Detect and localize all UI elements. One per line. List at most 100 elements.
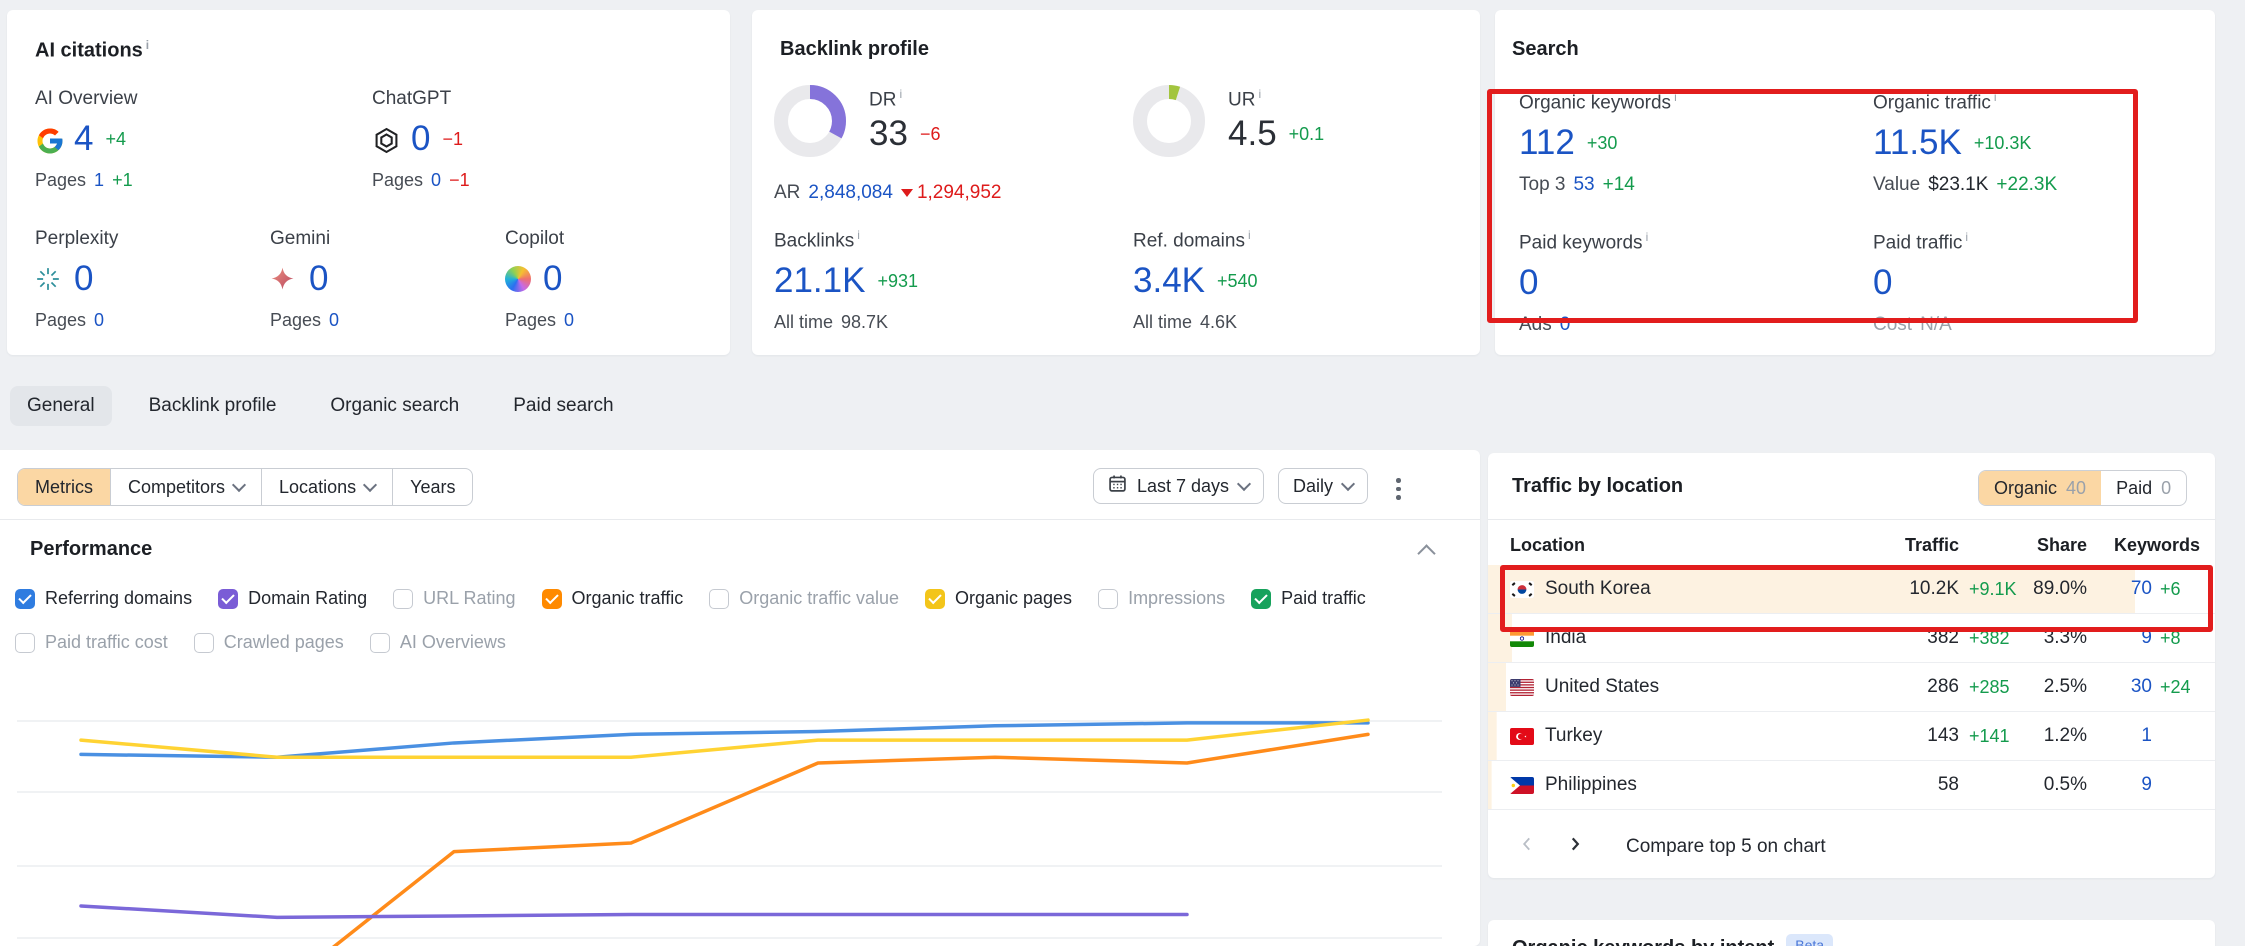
checkbox-domain-rating[interactable]: Domain Rating: [218, 588, 367, 609]
checkbox-box: [393, 589, 413, 609]
location-name[interactable]: India: [1545, 627, 1586, 649]
alltime-label: All time: [774, 312, 833, 333]
traffic-delta: +382: [1959, 628, 2029, 649]
keywords-value[interactable]: 1: [2087, 725, 2152, 747]
collapse-section-icon[interactable]: [1417, 544, 1435, 562]
checkbox-paid-traffic-cost[interactable]: Paid traffic cost: [15, 632, 168, 653]
calendar-icon: [1108, 474, 1127, 498]
paid-toggle-button[interactable]: Paid0: [2101, 471, 2186, 505]
pages-value[interactable]: 0: [94, 310, 104, 331]
keywords-value[interactable]: 30: [2087, 676, 2152, 698]
panel-divider: [1488, 519, 2215, 520]
flag-south-korea-icon: [1510, 581, 1534, 598]
location-name[interactable]: Philippines: [1545, 774, 1637, 796]
prev-page-button[interactable]: [1518, 835, 1536, 858]
organic-keywords-value[interactable]: 112: [1519, 124, 1575, 162]
tab-backlink-profile[interactable]: Backlink profile: [132, 386, 294, 426]
info-icon[interactable]: i: [1994, 90, 1997, 104]
location-row-united-states[interactable]: United States 286 +285 2.5% 30 +24: [1488, 663, 2215, 711]
location-row-turkey[interactable]: Turkey 143 +141 1.2% 1: [1488, 712, 2215, 760]
paid-keywords-value[interactable]: 0: [1519, 264, 1538, 302]
organic-traffic-value[interactable]: 11.5K: [1873, 124, 1962, 162]
info-icon[interactable]: i: [1674, 90, 1677, 104]
backlinks-label: Backlinks: [774, 230, 854, 251]
checkbox-paid-traffic[interactable]: Paid traffic: [1251, 588, 1366, 609]
info-icon[interactable]: i: [857, 228, 860, 242]
locations-dropdown[interactable]: Locations: [262, 469, 393, 505]
info-icon[interactable]: i: [899, 87, 902, 101]
top3-value[interactable]: 53: [1573, 174, 1594, 196]
checkbox-organic-traffic[interactable]: Organic traffic: [542, 588, 684, 609]
checkbox-organic-pages[interactable]: Organic pages: [925, 588, 1072, 609]
date-range-dropdown[interactable]: Last 7 days: [1093, 468, 1264, 504]
tab-paid-search[interactable]: Paid search: [496, 386, 630, 426]
paid-traffic-value[interactable]: 0: [1873, 264, 1892, 302]
alltime-value: 4.6K: [1200, 312, 1237, 333]
location-name[interactable]: Turkey: [1545, 725, 1602, 747]
top3-delta: +14: [1603, 174, 1635, 196]
keywords-value[interactable]: 70: [2087, 578, 2152, 600]
pages-value[interactable]: 0: [564, 310, 574, 331]
location-row-philippines[interactable]: Philippines 58 0.5% 9: [1488, 761, 2215, 809]
ai-overview-value[interactable]: 4: [74, 120, 93, 158]
location-row-india[interactable]: India 382 +382 3.3% 9 +8: [1488, 614, 2215, 662]
perplexity-value[interactable]: 0: [74, 260, 93, 298]
dr-delta: −6: [920, 124, 941, 145]
keywords-value[interactable]: 9: [2087, 774, 2152, 796]
pages-delta: −1: [449, 170, 470, 191]
checkbox-ai-overviews[interactable]: AI Overviews: [370, 632, 506, 653]
info-icon[interactable]: i: [1965, 230, 1968, 244]
copilot-value[interactable]: 0: [543, 260, 562, 298]
search-title: Search: [1512, 38, 1579, 61]
ref-domains-value[interactable]: 3.4K: [1133, 262, 1205, 300]
organic-traffic-block: Organic traffici 11.5K+10.3K Value$23.1K…: [1873, 90, 2203, 196]
years-button[interactable]: Years: [393, 469, 472, 505]
ar-value[interactable]: 2,848,084: [808, 182, 893, 204]
pages-value[interactable]: 0: [329, 310, 339, 331]
checkbox-organic-traffic-value[interactable]: Organic traffic value: [709, 588, 899, 609]
checkbox-referring-domains[interactable]: Referring domains: [15, 588, 192, 609]
tab-general[interactable]: General: [10, 386, 112, 426]
location-row-south-korea[interactable]: South Korea 10.2K +9.1K 89.0% 70 +6: [1488, 565, 2215, 613]
beta-badge: Beta: [1786, 934, 1833, 946]
organic-toggle-button[interactable]: Organic40: [1979, 471, 2101, 505]
top3-label: Top 3: [1519, 174, 1565, 196]
location-name[interactable]: United States: [1545, 676, 1659, 698]
ar-delta: 1,294,952: [917, 182, 1002, 204]
info-icon[interactable]: i: [1248, 228, 1251, 242]
competitors-dropdown[interactable]: Competitors: [111, 469, 262, 505]
traffic-value: 10.2K: [1849, 578, 1959, 600]
checkbox-box: [370, 633, 390, 653]
checkbox-url-rating[interactable]: URL Rating: [393, 588, 515, 609]
value-label: Value: [1873, 174, 1920, 196]
keywords-delta: +24: [2152, 677, 2200, 698]
pages-value[interactable]: 0: [431, 170, 441, 191]
granularity-dropdown[interactable]: Daily: [1278, 468, 1368, 504]
checkbox-box: [218, 589, 238, 609]
checkbox-impressions[interactable]: Impressions: [1098, 588, 1225, 609]
dr-value: 33: [869, 115, 908, 153]
chatgpt-value[interactable]: 0: [411, 120, 430, 158]
share-value: 3.3%: [2029, 627, 2087, 649]
ur-donut-gauge: [1133, 85, 1205, 157]
pages-value[interactable]: 1: [94, 170, 104, 191]
checkbox-box: [15, 589, 35, 609]
info-icon[interactable]: i: [1646, 230, 1649, 244]
keywords-value[interactable]: 9: [2087, 627, 2152, 649]
backlinks-value[interactable]: 21.1K: [774, 262, 865, 300]
gemini-value[interactable]: 0: [309, 260, 328, 298]
alltime-label: All time: [1133, 312, 1192, 333]
checkbox-crawled-pages[interactable]: Crawled pages: [194, 632, 344, 653]
info-icon[interactable]: i: [1258, 87, 1261, 101]
paid-keywords-label: Paid keywords: [1519, 232, 1643, 253]
tab-organic-search[interactable]: Organic search: [313, 386, 476, 426]
compare-top5-link[interactable]: Compare top 5 on chart: [1626, 836, 1826, 858]
info-icon[interactable]: i: [146, 38, 149, 52]
more-options-button[interactable]: [1390, 472, 1407, 506]
location-name[interactable]: South Korea: [1545, 578, 1651, 600]
next-page-button[interactable]: [1566, 835, 1584, 858]
ads-value[interactable]: 0: [1560, 314, 1571, 336]
checkbox-box: [709, 589, 729, 609]
metrics-button[interactable]: Metrics: [18, 469, 111, 505]
cost-label: Cost: [1873, 314, 1912, 336]
